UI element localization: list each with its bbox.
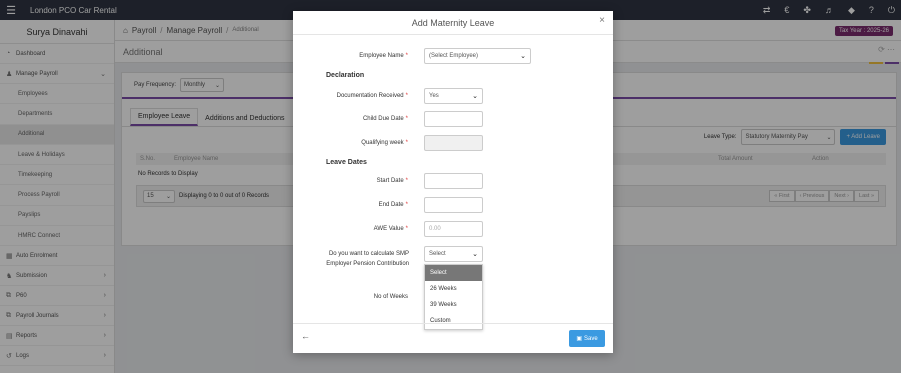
label-text: Documentation Received xyxy=(336,93,404,99)
label-text: Child Due Date xyxy=(362,116,404,122)
employee-name-select[interactable]: (Select Employee) ⌄ xyxy=(424,48,531,64)
qualifying-week-input xyxy=(424,135,483,151)
dropdown-option-39-weeks[interactable]: 39 Weeks xyxy=(425,297,482,313)
label-text: Employee Name xyxy=(359,53,404,59)
smp-pension-dropdown: Select 26 Weeks 39 Weeks Custom xyxy=(424,264,483,330)
start-date-input[interactable] xyxy=(424,173,483,189)
smp-pension-value: Select xyxy=(429,251,446,257)
no-of-weeks-label: No of Weeks xyxy=(373,294,408,300)
qualifying-week-label: Qualifying week * xyxy=(361,135,408,151)
close-icon[interactable]: × xyxy=(599,15,605,26)
end-date-input[interactable] xyxy=(424,197,483,213)
required-marker: * xyxy=(405,116,408,122)
documentation-received-row: Documentation Received * Yes ⌄ xyxy=(293,88,613,104)
documentation-received-value: Yes xyxy=(429,93,439,99)
required-marker: * xyxy=(405,93,408,99)
chevron-down-icon: ⌄ xyxy=(472,251,478,258)
label-text: Start Date xyxy=(376,178,404,184)
required-marker: * xyxy=(405,53,408,59)
awe-value-placeholder: 0.00 xyxy=(429,226,441,232)
save-label: Save xyxy=(583,335,598,342)
documentation-received-select[interactable]: Yes ⌄ xyxy=(424,88,483,104)
awe-value-label: AWE Value * xyxy=(374,221,408,237)
child-due-date-input[interactable] xyxy=(424,111,483,127)
smp-pension-select[interactable]: Select ⌄ xyxy=(424,246,483,262)
label-text: AWE Value xyxy=(373,226,404,232)
leave-dates-heading: Leave Dates xyxy=(326,159,367,166)
modal-title: Add Maternity Leave xyxy=(293,11,613,35)
start-date-label: Start Date * xyxy=(377,173,408,189)
add-maternity-leave-modal: Add Maternity Leave × Employee Name * (Se… xyxy=(293,11,613,353)
required-marker: * xyxy=(405,226,408,232)
child-due-date-label: Child Due Date * xyxy=(363,111,408,127)
awe-value-input[interactable]: 0.00 xyxy=(424,221,483,237)
dropdown-option-select[interactable]: Select xyxy=(425,265,482,281)
declaration-heading: Declaration xyxy=(326,72,365,79)
end-date-label: End Date * xyxy=(379,197,408,213)
employee-name-label: Employee Name * xyxy=(359,48,408,64)
end-date-row: End Date * xyxy=(293,197,613,213)
required-marker: * xyxy=(405,178,408,184)
label-text: End Date xyxy=(378,202,404,208)
back-arrow-icon[interactable]: ← xyxy=(301,331,310,341)
child-due-date-row: Child Due Date * xyxy=(293,111,613,127)
awe-value-row: AWE Value * 0.00 xyxy=(293,221,613,237)
save-icon: ▣ xyxy=(576,336,582,342)
save-button[interactable]: ▣ Save xyxy=(569,330,605,347)
dropdown-option-26-weeks[interactable]: 26 Weeks xyxy=(425,281,482,297)
chevron-down-icon: ⌄ xyxy=(472,93,478,100)
modal-footer: ← ▣ Save xyxy=(293,323,613,353)
label-text: Qualifying week xyxy=(361,140,404,146)
qualifying-week-row: Qualifying week * xyxy=(293,135,613,151)
start-date-row: Start Date * xyxy=(293,173,613,189)
required-marker: * xyxy=(405,202,408,208)
employee-name-value: (Select Employee) xyxy=(429,53,479,59)
required-marker: * xyxy=(405,140,408,146)
smp-pension-label: Do you want to calculate SMP Employer Pe… xyxy=(326,251,409,267)
chevron-down-icon: ⌄ xyxy=(520,53,526,60)
employee-name-row: Employee Name * (Select Employee) ⌄ xyxy=(293,48,613,64)
documentation-received-label: Documentation Received * xyxy=(337,88,408,104)
